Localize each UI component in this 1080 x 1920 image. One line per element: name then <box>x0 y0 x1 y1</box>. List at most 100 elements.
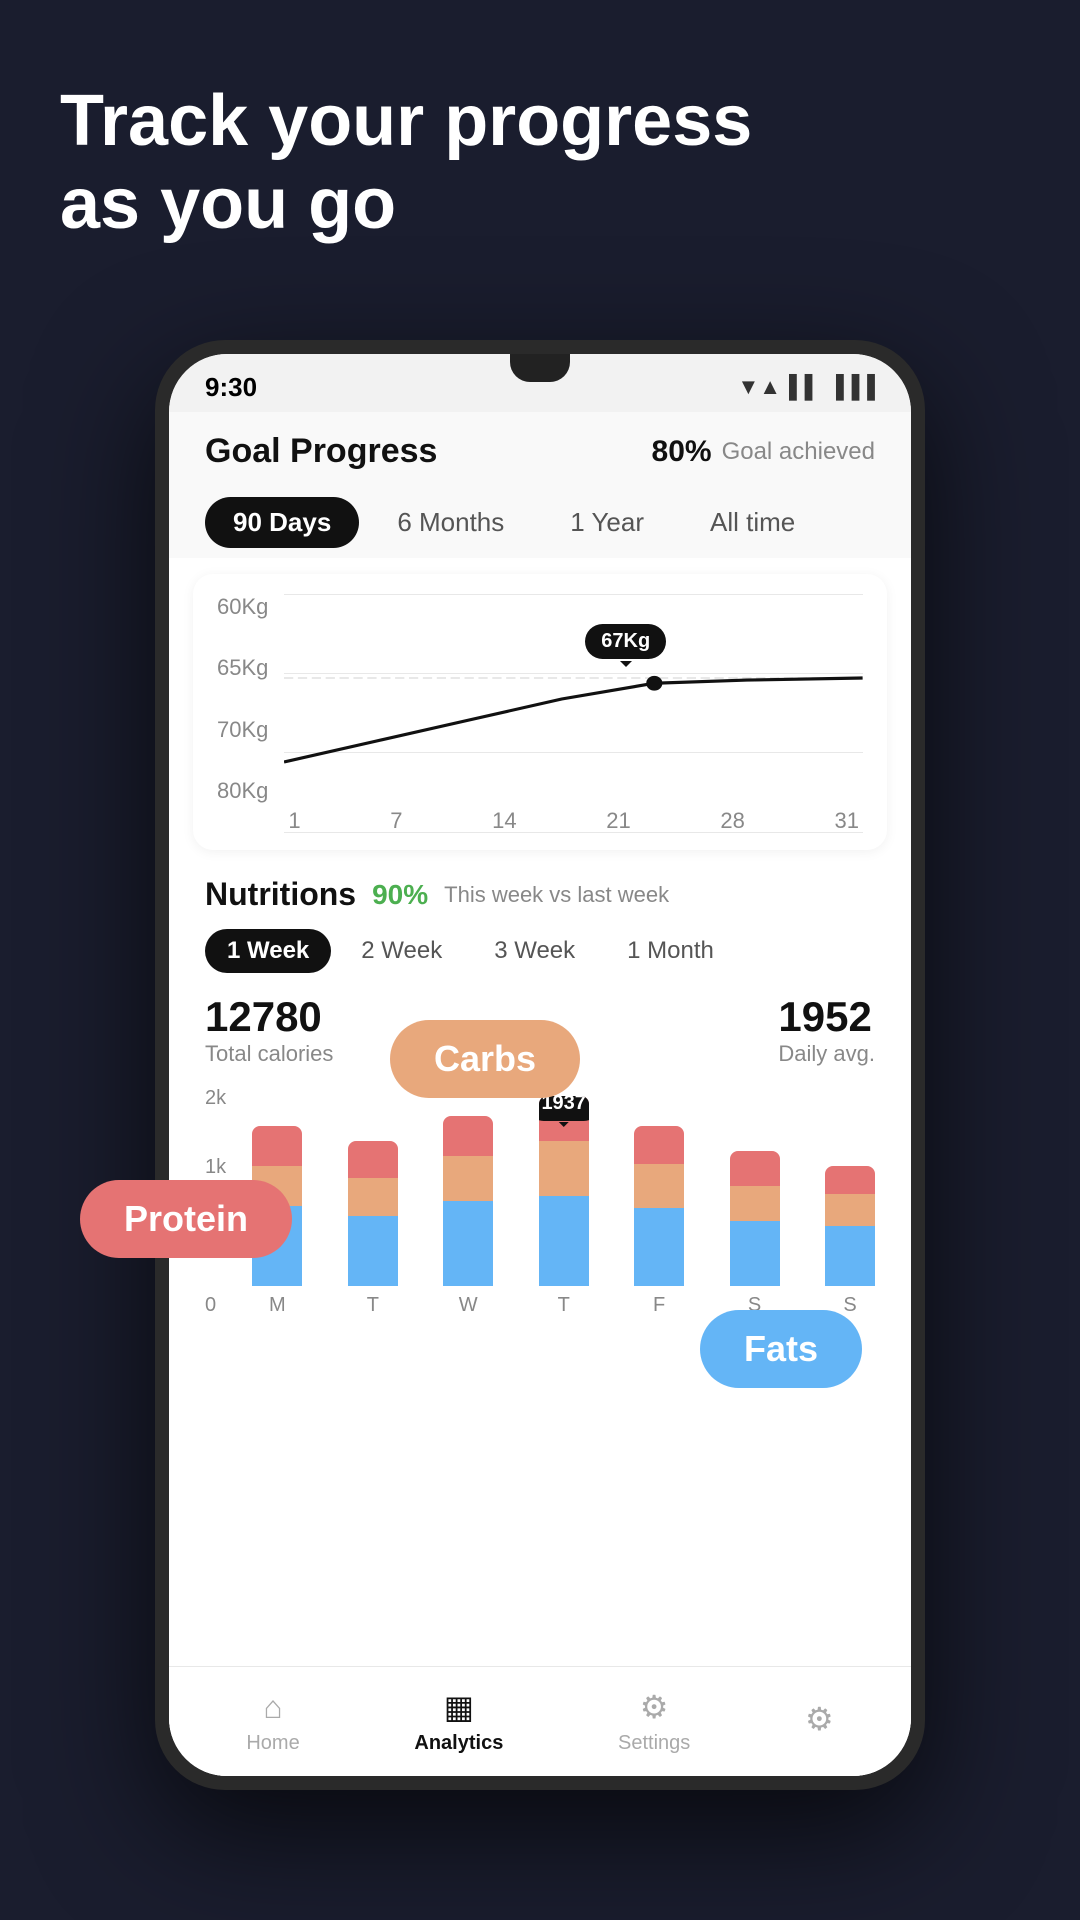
bar-stack-t2: 1937 <box>539 1096 589 1286</box>
nav-home-label: Home <box>246 1732 299 1755</box>
bar-y-2k: 2k <box>205 1087 238 1110</box>
daily-avg-stat: 1952 Daily avg. <box>778 993 875 1067</box>
x-label-7: 7 <box>390 808 402 834</box>
bar-group-t2: 1937 T <box>539 1096 589 1317</box>
bar-stack-f <box>634 1126 684 1286</box>
weight-tooltip: 67Kg <box>585 624 666 659</box>
nav-home[interactable]: ⌂ Home <box>246 1689 299 1755</box>
nav-settings-label: Settings <box>618 1732 690 1755</box>
bar-fat-s2 <box>825 1226 875 1286</box>
line-chart-svg <box>284 594 863 804</box>
daily-avg-value: 1952 <box>778 993 875 1041</box>
period-tab-bar: 90 Days 6 Months 1 Year All time <box>169 487 911 558</box>
status-icons: ▼▲ ▌▌ ▐▐▐ <box>737 374 875 400</box>
bar-carbs-s2 <box>825 1194 875 1226</box>
goal-percent: 80% <box>652 435 712 469</box>
bar-stack-w <box>443 1116 493 1286</box>
chart-x-labels: 1 7 14 21 28 31 <box>284 808 863 834</box>
nut-tab-1month[interactable]: 1 Month <box>605 929 736 973</box>
nutrition-section: Nutritions 90% This week vs last week 1 … <box>169 866 911 1387</box>
bar-protein-s1 <box>730 1151 780 1186</box>
y-label-70: 70Kg <box>217 717 268 743</box>
bar-protein-t1 <box>348 1141 398 1178</box>
analytics-icon: ▦ <box>444 1688 474 1726</box>
nav-settings[interactable]: ⚙ Settings <box>618 1688 690 1755</box>
settings-icon: ⚙ <box>640 1688 669 1726</box>
float-carbs-label: Carbs <box>390 1020 580 1098</box>
bar-x-m: M <box>269 1294 286 1317</box>
tab-90-days[interactable]: 90 Days <box>205 497 359 548</box>
nav-extra[interactable]: ⚙ <box>805 1700 834 1744</box>
daily-avg-label: Daily avg. <box>778 1041 875 1067</box>
bar-x-s2: S <box>843 1294 856 1317</box>
weight-chart-section: 60Kg 65Kg 70Kg 80Kg <box>193 574 887 850</box>
signal-icon: ▌▌ <box>789 374 820 400</box>
nut-tab-2week[interactable]: 2 Week <box>339 929 464 973</box>
x-label-31: 31 <box>834 808 858 834</box>
tab-6-months[interactable]: 6 Months <box>369 497 532 548</box>
bar-stack-t1 <box>348 1141 398 1286</box>
bar-group-w: W <box>443 1116 493 1317</box>
total-calories-value: 12780 <box>205 993 333 1041</box>
nutrition-tab-bar: 1 Week 2 Week 3 Week 1 Month <box>205 929 875 973</box>
bar-chart-inner: 2k 1k 500 0 <box>205 1087 875 1347</box>
hero-title: Track your progress as you go <box>60 80 810 246</box>
bar-fat-t2 <box>539 1196 589 1286</box>
bar-carbs-t1 <box>348 1178 398 1216</box>
total-calories-stat: 12780 Total calories <box>205 993 333 1067</box>
float-protein-label: Protein <box>80 1180 292 1258</box>
x-label-1: 1 <box>288 808 300 834</box>
bar-stack-s1 <box>730 1151 780 1286</box>
bar-group-t1: T <box>348 1141 398 1317</box>
nav-analytics-label: Analytics <box>414 1732 503 1755</box>
wifi-icon: ▼▲ <box>737 374 781 400</box>
nut-tab-3week[interactable]: 3 Week <box>472 929 597 973</box>
nutrition-subtitle: This week vs last week <box>444 882 669 908</box>
battery-icon: ▐▐▐ <box>828 374 875 400</box>
bar-carbs-w <box>443 1156 493 1201</box>
bar-protein-s2 <box>825 1166 875 1194</box>
bar-x-t1: T <box>367 1294 379 1317</box>
bar-tooltip: 1937 <box>539 1096 589 1121</box>
bottom-nav: ⌂ Home ▦ Analytics ⚙ Settings ⚙ <box>169 1666 911 1776</box>
bar-protein-f <box>634 1126 684 1164</box>
bar-y-0: 0 <box>205 1294 238 1317</box>
bar-y-1k: 1k <box>205 1156 238 1179</box>
nut-tab-1week[interactable]: 1 Week <box>205 929 331 973</box>
bar-x-t2: T <box>558 1294 570 1317</box>
header-title: Goal Progress <box>205 432 437 471</box>
nutrition-percent: 90% <box>372 879 428 911</box>
tab-all-time[interactable]: All time <box>682 497 823 548</box>
chart-area: 67Kg 1 7 14 21 28 31 <box>284 594 863 834</box>
bar-x-w: W <box>459 1294 478 1317</box>
status-time: 9:30 <box>205 372 257 403</box>
y-label-65: 65Kg <box>217 655 268 681</box>
x-label-28: 28 <box>720 808 744 834</box>
x-label-21: 21 <box>606 808 630 834</box>
y-label-80: 80Kg <box>217 778 268 804</box>
bars-area: M T <box>252 1087 875 1347</box>
bar-carbs-s1 <box>730 1186 780 1221</box>
bar-protein-w <box>443 1116 493 1156</box>
chart-y-axis: 60Kg 65Kg 70Kg 80Kg <box>217 594 284 834</box>
bar-fat-w <box>443 1201 493 1286</box>
y-label-60: 60Kg <box>217 594 268 620</box>
bar-carbs-t2 <box>539 1141 589 1196</box>
bar-group-f: F <box>634 1126 684 1317</box>
nutrition-title: Nutritions <box>205 876 356 913</box>
bar-x-f: F <box>653 1294 665 1317</box>
header-goal: 80% Goal achieved <box>652 435 875 469</box>
bar-stack-s2 <box>825 1166 875 1286</box>
phone-notch <box>510 354 570 382</box>
nav-analytics[interactable]: ▦ Analytics <box>414 1688 503 1755</box>
x-label-14: 14 <box>492 808 516 834</box>
bar-carbs-f <box>634 1164 684 1208</box>
float-fats-label: Fats <box>700 1310 862 1388</box>
app-header: Goal Progress 80% Goal achieved <box>169 412 911 487</box>
bar-group-s1: S <box>730 1151 780 1317</box>
bar-fat-f <box>634 1208 684 1286</box>
tab-1-year[interactable]: 1 Year <box>542 497 672 548</box>
bar-fat-t1 <box>348 1216 398 1286</box>
bar-protein-m <box>252 1126 302 1166</box>
weight-chart-container: 60Kg 65Kg 70Kg 80Kg <box>217 594 863 834</box>
